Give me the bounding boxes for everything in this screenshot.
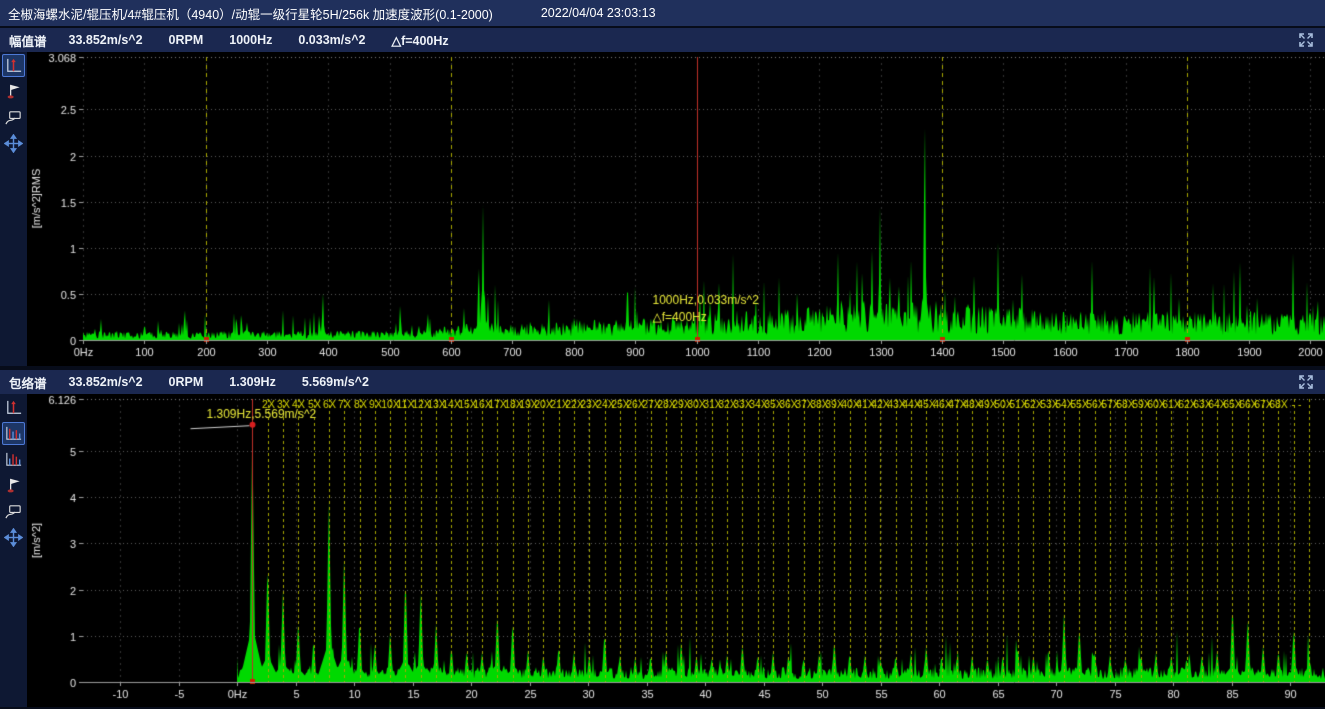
report-band-icon: [4, 108, 23, 127]
amplitude-spectrum-chart[interactable]: [27, 52, 1325, 366]
flag-marker-tool-button[interactable]: [2, 80, 25, 103]
envelope-panel-body: [0, 394, 1325, 707]
expand-fullscreen-icon[interactable]: [1296, 31, 1316, 49]
envelope-panel-header: 包络谱 33.852m/s^2 0RPM 1.309Hz 5.569m/s^2: [0, 370, 1325, 394]
envelope-panel-title: 包络谱: [9, 373, 47, 392]
single-cursor-icon: [4, 398, 23, 417]
title-bar: 全椒海螺水泥/辊压机/4#辊压机（4940）/动辊一级行星轮5H/256k 加速…: [0, 0, 1325, 26]
report-band-tool-button[interactable]: [2, 106, 25, 129]
single-cursor-tool-button[interactable]: [2, 54, 25, 77]
pan-move-icon: [4, 528, 23, 547]
measurement-path-title: 全椒海螺水泥/辊压机/4#辊压机（4940）/动辊一级行星轮5H/256k 加速…: [8, 4, 493, 23]
expand-fullscreen-icon[interactable]: [1296, 373, 1316, 391]
single-cursor-tool-button[interactable]: [2, 396, 25, 419]
rpm-value: 0RPM: [169, 375, 204, 389]
pan-tool-button[interactable]: [2, 132, 25, 155]
amplitude-panel-body: [0, 52, 1325, 366]
cursor-frequency-value: 1.309Hz: [229, 375, 276, 389]
overall-rms-value: 33.852m/s^2: [69, 33, 143, 47]
pan-move-icon: [4, 134, 23, 153]
cursor-amplitude-value: 5.569m/s^2: [302, 375, 369, 389]
overall-rms-value: 33.852m/s^2: [69, 375, 143, 389]
cursor-frequency-value: 1000Hz: [229, 33, 272, 47]
flag-marker-tool-button[interactable]: [2, 474, 25, 497]
flag-marker-icon: [4, 82, 23, 101]
envelope-chart-toolbar: [0, 394, 27, 707]
amplitude-panel-header: 幅值谱 33.852m/s^2 0RPM 1000Hz 0.033m/s^2 △…: [0, 28, 1325, 52]
measurement-timestamp: 2022/04/04 23:03:13: [541, 6, 656, 20]
report-band-tool-button[interactable]: [2, 500, 25, 523]
sideband-cursor-icon: [4, 450, 23, 469]
amplitude-panel-title: 幅值谱: [9, 31, 47, 50]
amplitude-chart-toolbar: [0, 52, 27, 366]
cursor-amplitude-value: 0.033m/s^2: [298, 33, 365, 47]
flag-marker-icon: [4, 476, 23, 495]
pan-tool-button[interactable]: [2, 526, 25, 549]
report-band-icon: [4, 502, 23, 521]
single-cursor-icon: [4, 56, 23, 75]
sideband-cursor-tool-button[interactable]: [2, 448, 25, 471]
rpm-value: 0RPM: [169, 33, 204, 47]
harmonic-cursor-icon: [4, 424, 23, 443]
delta-f-value: △f=400Hz: [391, 33, 448, 48]
envelope-spectrum-chart[interactable]: [27, 394, 1325, 707]
harmonic-cursor-tool-button[interactable]: [2, 422, 25, 445]
